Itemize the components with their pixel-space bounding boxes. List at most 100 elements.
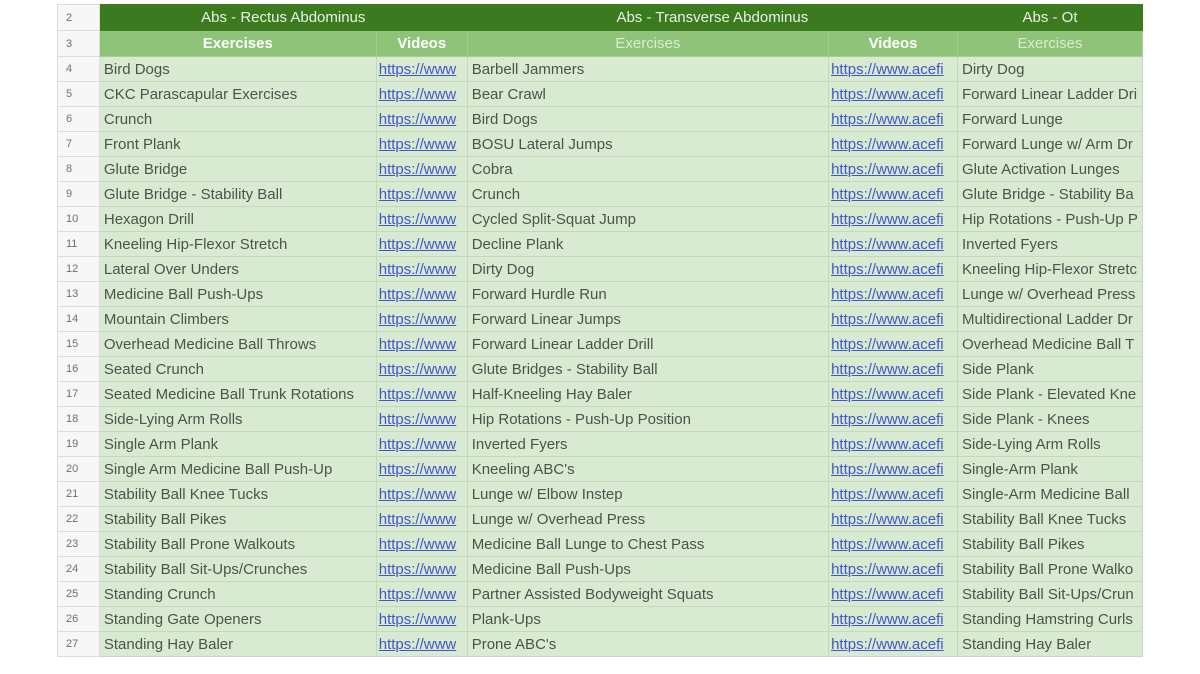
exercise-cell-rectus[interactable]: Stability Ball Sit-Ups/Crunches (98, 556, 377, 582)
video-link-transverse[interactable]: https://www.acefi (828, 356, 958, 382)
exercise-cell-obliques[interactable]: Side-Lying Arm Rolls (956, 431, 1143, 457)
exercise-cell-rectus[interactable]: Standing Crunch (98, 581, 377, 607)
exercise-cell-transverse[interactable]: Decline Plank (466, 231, 830, 257)
row-number[interactable]: 12 (57, 256, 100, 282)
video-link-rectus[interactable]: https://www (375, 606, 468, 632)
video-link-rectus[interactable]: https://www (375, 231, 468, 257)
video-link-transverse[interactable]: https://www.acefi (828, 106, 958, 132)
exercise-cell-obliques[interactable]: Lunge w/ Overhead Press (956, 281, 1143, 307)
row-number[interactable]: 24 (57, 556, 100, 582)
exercise-cell-transverse[interactable]: Prone ABC's (466, 631, 830, 657)
video-link-rectus[interactable]: https://www (375, 306, 468, 332)
row-number[interactable]: 14 (57, 306, 100, 332)
column-header-exercises[interactable]: Exercises (466, 30, 830, 57)
video-link-transverse[interactable]: https://www.acefi (828, 131, 958, 157)
exercise-cell-obliques[interactable]: Stability Ball Knee Tucks (956, 506, 1143, 532)
column-header-exercises[interactable]: Exercises (956, 30, 1143, 57)
exercise-cell-rectus[interactable]: Seated Crunch (98, 356, 377, 382)
row-number[interactable]: 17 (57, 381, 100, 407)
column-header-exercises[interactable]: Exercises (98, 30, 377, 57)
exercise-cell-rectus[interactable]: Stability Ball Prone Walkouts (98, 531, 377, 557)
exercise-cell-rectus[interactable]: Standing Gate Openers (98, 606, 377, 632)
row-number[interactable]: 18 (57, 406, 100, 432)
exercise-cell-obliques[interactable]: Overhead Medicine Ball T (956, 331, 1143, 357)
exercise-cell-transverse[interactable]: Hip Rotations - Push-Up Position (466, 406, 830, 432)
exercise-cell-transverse[interactable]: Bear Crawl (466, 81, 830, 107)
exercise-cell-obliques[interactable]: Stability Ball Prone Walko (956, 556, 1143, 582)
video-link-transverse[interactable]: https://www.acefi (828, 506, 958, 532)
exercise-cell-transverse[interactable]: Crunch (466, 181, 830, 207)
exercise-cell-rectus[interactable]: Bird Dogs (98, 56, 377, 82)
row-number[interactable]: 6 (57, 106, 100, 132)
group-header-rectus[interactable]: Abs - Rectus Abdominus (98, 4, 468, 31)
video-link-rectus[interactable]: https://www (375, 431, 468, 457)
video-link-rectus[interactable]: https://www (375, 631, 468, 657)
exercise-cell-obliques[interactable]: Forward Lunge w/ Arm Dr (956, 131, 1143, 157)
exercise-cell-transverse[interactable]: Barbell Jammers (466, 56, 830, 82)
exercise-cell-transverse[interactable]: Lunge w/ Overhead Press (466, 506, 830, 532)
video-link-transverse[interactable]: https://www.acefi (828, 406, 958, 432)
video-link-rectus[interactable]: https://www (375, 331, 468, 357)
row-number[interactable]: 26 (57, 606, 100, 632)
row-number[interactable]: 20 (57, 456, 100, 482)
video-link-transverse[interactable]: https://www.acefi (828, 306, 958, 332)
row-number[interactable]: 10 (57, 206, 100, 232)
exercise-cell-rectus[interactable]: Stability Ball Knee Tucks (98, 481, 377, 507)
exercise-cell-obliques[interactable]: Multidirectional Ladder Dr (956, 306, 1143, 332)
video-link-rectus[interactable]: https://www (375, 81, 468, 107)
video-link-transverse[interactable]: https://www.acefi (828, 331, 958, 357)
exercise-cell-obliques[interactable]: Kneeling Hip-Flexor Stretc (956, 256, 1143, 282)
video-link-rectus[interactable]: https://www (375, 481, 468, 507)
row-number[interactable]: 27 (57, 631, 100, 657)
row-number[interactable]: 3 (57, 30, 100, 57)
exercise-cell-transverse[interactable]: Cobra (466, 156, 830, 182)
row-number[interactable]: 8 (57, 156, 100, 182)
exercise-cell-transverse[interactable]: Partner Assisted Bodyweight Squats (466, 581, 830, 607)
exercise-cell-obliques[interactable]: Hip Rotations - Push-Up P (956, 206, 1143, 232)
row-number[interactable]: 5 (57, 81, 100, 107)
exercise-cell-transverse[interactable]: BOSU Lateral Jumps (466, 131, 830, 157)
exercise-cell-obliques[interactable]: Forward Linear Ladder Dri (956, 81, 1143, 107)
exercise-cell-rectus[interactable]: CKC Parascapular Exercises (98, 81, 377, 107)
exercise-cell-transverse[interactable]: Bird Dogs (466, 106, 830, 132)
video-link-rectus[interactable]: https://www (375, 381, 468, 407)
exercise-cell-rectus[interactable]: Standing Hay Baler (98, 631, 377, 657)
exercise-cell-rectus[interactable]: Overhead Medicine Ball Throws (98, 331, 377, 357)
exercise-cell-obliques[interactable]: Side Plank - Knees (956, 406, 1143, 432)
group-header-transverse[interactable]: Abs - Transverse Abdominus (466, 4, 958, 31)
row-number[interactable]: 7 (57, 131, 100, 157)
row-number[interactable]: 23 (57, 531, 100, 557)
video-link-rectus[interactable]: https://www (375, 206, 468, 232)
exercise-cell-rectus[interactable]: Glute Bridge - Stability Ball (98, 181, 377, 207)
column-header-videos[interactable]: Videos (375, 30, 468, 57)
exercise-cell-transverse[interactable]: Dirty Dog (466, 256, 830, 282)
exercise-cell-obliques[interactable]: Glute Bridge - Stability Ba (956, 181, 1143, 207)
exercise-cell-obliques[interactable]: Glute Activation Lunges (956, 156, 1143, 182)
video-link-rectus[interactable]: https://www (375, 356, 468, 382)
video-link-transverse[interactable]: https://www.acefi (828, 606, 958, 632)
exercise-cell-obliques[interactable]: Stability Ball Sit-Ups/Crun (956, 581, 1143, 607)
exercise-cell-transverse[interactable]: Half-Kneeling Hay Baler (466, 381, 830, 407)
exercise-cell-transverse[interactable]: Forward Linear Ladder Drill (466, 331, 830, 357)
video-link-transverse[interactable]: https://www.acefi (828, 256, 958, 282)
exercise-cell-transverse[interactable]: Medicine Ball Push-Ups (466, 556, 830, 582)
video-link-rectus[interactable]: https://www (375, 406, 468, 432)
row-number[interactable]: 9 (57, 181, 100, 207)
exercise-cell-rectus[interactable]: Mountain Climbers (98, 306, 377, 332)
exercise-cell-rectus[interactable]: Hexagon Drill (98, 206, 377, 232)
exercise-cell-rectus[interactable]: Kneeling Hip-Flexor Stretch (98, 231, 377, 257)
video-link-transverse[interactable]: https://www.acefi (828, 231, 958, 257)
exercise-cell-transverse[interactable]: Cycled Split-Squat Jump (466, 206, 830, 232)
video-link-rectus[interactable]: https://www (375, 181, 468, 207)
exercise-cell-transverse[interactable]: Glute Bridges - Stability Ball (466, 356, 830, 382)
video-link-transverse[interactable]: https://www.acefi (828, 481, 958, 507)
row-number[interactable]: 15 (57, 331, 100, 357)
video-link-rectus[interactable]: https://www (375, 56, 468, 82)
video-link-rectus[interactable]: https://www (375, 506, 468, 532)
video-link-transverse[interactable]: https://www.acefi (828, 631, 958, 657)
exercise-cell-obliques[interactable]: Dirty Dog (956, 56, 1143, 82)
video-link-transverse[interactable]: https://www.acefi (828, 556, 958, 582)
video-link-transverse[interactable]: https://www.acefi (828, 531, 958, 557)
video-link-transverse[interactable]: https://www.acefi (828, 56, 958, 82)
exercise-cell-transverse[interactable]: Plank-Ups (466, 606, 830, 632)
